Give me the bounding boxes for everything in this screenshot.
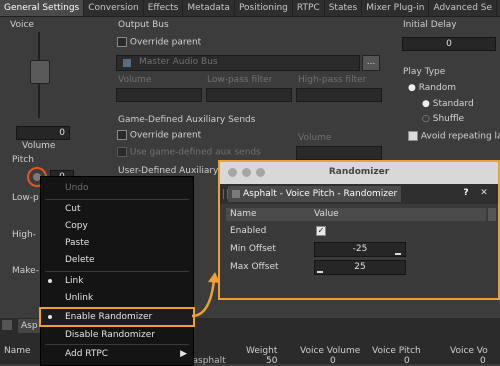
min-offset-field[interactable]: -25 <box>314 242 406 257</box>
bus-volume-label: Volume <box>118 75 152 85</box>
bus-lowpass-field[interactable] <box>206 88 292 102</box>
tab-advanced-se[interactable]: Advanced Se <box>429 0 498 16</box>
tab-positioning[interactable]: Positioning <box>235 0 293 16</box>
volume-slider[interactable] <box>28 32 50 118</box>
randomizer-titlebar[interactable]: Randomizer <box>220 162 498 184</box>
play-type-title: Play Type <box>403 67 446 77</box>
lowpass-label: Low-p <box>12 193 39 203</box>
volume-value[interactable]: 0 <box>16 126 70 140</box>
tab-metadata[interactable]: Metadata <box>183 0 235 16</box>
grid-header: Name Value <box>226 208 486 221</box>
bus-lowpass-label: Low-pass filter <box>207 75 273 85</box>
search-corner-icon[interactable] <box>488 208 496 221</box>
tab-effects[interactable]: Effects <box>144 0 184 16</box>
row-enabled: Enabled ✓ <box>230 226 326 236</box>
submenu-arrow-icon: ▶ <box>180 349 187 359</box>
enabled-dot-icon <box>48 315 52 319</box>
use-game-aux-checkbox[interactable] <box>117 147 127 157</box>
row-weight: 50 <box>266 356 278 366</box>
bus-highpass-field[interactable] <box>296 88 382 102</box>
output-bus-title: Output Bus <box>118 20 169 30</box>
makeup-label: Make- <box>12 266 39 276</box>
aux-volume-label: Volume <box>298 133 332 143</box>
menu-paste[interactable]: Paste <box>41 235 193 251</box>
override-checkbox[interactable] <box>117 37 127 47</box>
tab-states[interactable]: States <box>325 0 363 16</box>
avoid-repeating-checkbox[interactable] <box>408 131 418 141</box>
menu-link[interactable]: Link <box>41 273 193 289</box>
row-voice-vol2: 0 <box>480 356 486 366</box>
panel-menu-icon[interactable] <box>2 320 12 330</box>
user-defined-aux-title: User-Defined Auxiliary S <box>118 166 227 176</box>
pitch-label: Pitch <box>12 155 34 165</box>
bus-highpass-label: High-pass filter <box>298 75 367 85</box>
aux-sends-title: Game-Defined Auxiliary Sends <box>118 115 256 125</box>
menu-delete[interactable]: Delete <box>41 252 193 268</box>
override-parent-bus[interactable]: Override parent <box>117 37 201 48</box>
row-max-offset: Max Offset 25 <box>226 259 486 276</box>
grid-icon <box>232 189 240 198</box>
context-menu: Undo Cut Copy Paste Delete Link Unlink E… <box>39 176 195 366</box>
random-radio[interactable]: ● Random <box>408 83 456 93</box>
help-button[interactable]: ? <box>460 187 472 199</box>
browse-button[interactable]: ... <box>362 55 380 71</box>
tab-mixer-plug-in[interactable]: Mixer Plug-in <box>362 0 430 16</box>
menu-disable-randomizer[interactable]: Disable Randomizer <box>41 327 193 343</box>
highpass-label: High- <box>12 230 36 240</box>
menu-copy[interactable]: Copy <box>41 218 193 234</box>
close-button[interactable]: ✕ <box>478 187 490 199</box>
row-voice-pitch: 0 <box>404 356 410 366</box>
max-offset-field[interactable]: 25 <box>314 260 406 275</box>
menu-add-rtpc[interactable]: Add RTPC ▶ <box>41 346 193 362</box>
aux-volume-field[interactable] <box>296 146 382 160</box>
aux-override-checkbox[interactable] <box>117 130 127 140</box>
link-dot-icon <box>48 279 52 283</box>
row-min-offset: Min Offset -25 <box>226 241 486 258</box>
randomizer-tabbar: Asphalt - Voice Pitch - Randomizer ? ✕ <box>220 184 498 204</box>
initial-delay-field[interactable]: 0 <box>402 37 496 51</box>
row-voice-volume: 0 <box>330 356 336 366</box>
menu-undo[interactable]: Undo <box>41 180 193 196</box>
tab-bar: General Settings Conversion Effects Metadat… <box>0 0 500 17</box>
voice-pitch-column: Voice Pitch <box>372 346 421 356</box>
initial-delay-title: Initial Delay <box>403 20 457 30</box>
tab-rtpc[interactable]: RTPC <box>293 0 325 16</box>
use-game-aux[interactable]: Use game-defined aux sends <box>117 147 261 158</box>
randomizer-window: Randomizer Asphalt - Voice Pitch - Rando… <box>218 160 500 300</box>
bottom-tab[interactable]: Asp <box>18 319 41 333</box>
aux-override-parent[interactable]: Override parent <box>117 130 201 141</box>
voice-title: Voice <box>10 20 34 30</box>
tab-conversion[interactable]: Conversion <box>84 0 144 16</box>
menu-enable-randomizer[interactable]: Enable Randomizer <box>39 307 195 327</box>
name-column: Name <box>4 346 31 356</box>
volume-label: Volume <box>22 141 56 151</box>
enabled-checkbox[interactable]: ✓ <box>316 226 326 236</box>
avoid-repeating[interactable]: Avoid repeating las <box>408 131 500 142</box>
standard-radio[interactable]: ● Standard <box>422 99 474 109</box>
bus-field[interactable]: Master Audio Bus <box>116 55 360 71</box>
menu-unlink[interactable]: Unlink <box>41 290 193 306</box>
tab-general-settings[interactable]: General Settings <box>0 0 85 16</box>
randomizer-tab[interactable]: Asphalt - Voice Pitch - Randomizer <box>228 186 402 202</box>
shuffle-radio[interactable]: ○ Shuffle <box>422 114 464 124</box>
bus-volume-field[interactable] <box>116 88 202 102</box>
menu-cut[interactable]: Cut <box>41 201 193 217</box>
